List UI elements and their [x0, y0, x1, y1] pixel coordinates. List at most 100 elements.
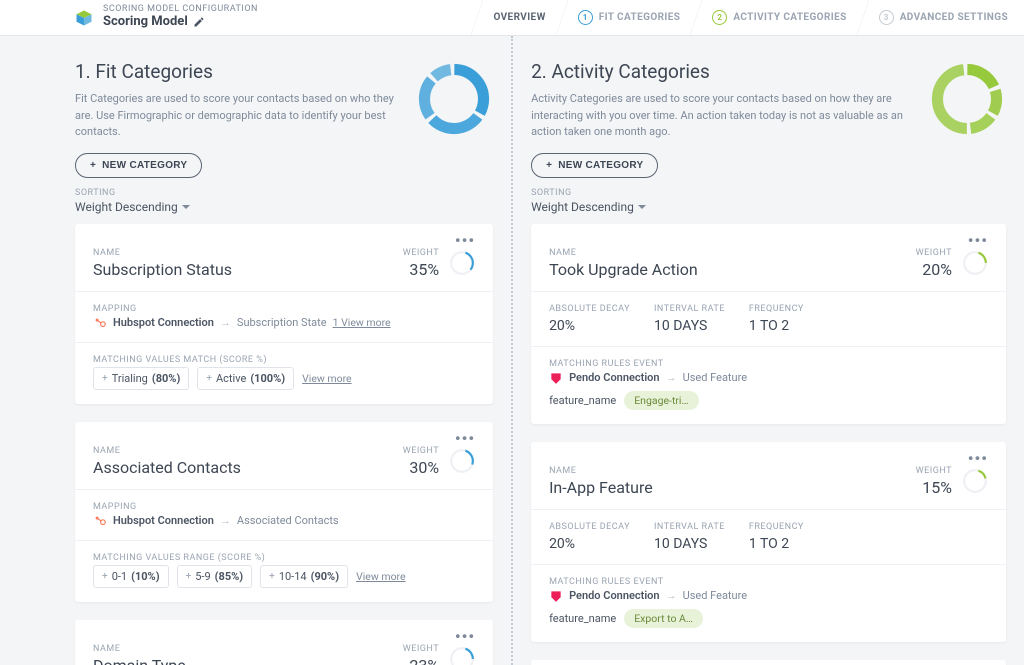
pendo-icon: [549, 589, 563, 603]
activity-cards: ••• NAMETook Upgrade Action WEIGHT20% AB…: [531, 224, 1006, 665]
plus-icon: +: [90, 160, 96, 171]
card-weight: 35%: [403, 260, 439, 279]
card-weight: 20%: [916, 260, 952, 279]
weight-donut-icon: [449, 250, 475, 276]
card-menu-button[interactable]: •••: [93, 238, 475, 248]
card-weight: 15%: [916, 478, 952, 497]
edit-icon[interactable]: [193, 16, 205, 28]
connection-target: Associated Contacts: [237, 514, 339, 527]
new-activity-category-button[interactable]: + NEW CATEGORY: [531, 153, 658, 178]
frequency-value: 1 TO 2: [749, 536, 804, 552]
step-2-badge: 2: [712, 10, 727, 25]
decay-stats: ABSOLUTE DECAY20% INTERVAL RATE10 DAYS F…: [549, 522, 988, 552]
match-chip[interactable]: + 0-1 (10%): [93, 565, 169, 588]
card-title: Subscription Status: [93, 260, 403, 279]
tab-advanced-settings[interactable]: 3ADVANCED SETTINGS: [863, 0, 1024, 35]
decay-value: 20%: [549, 536, 630, 552]
weight-label: WEIGHT: [916, 466, 952, 476]
card-title: In-App Feature: [549, 478, 916, 497]
activity-description: Activity Categories are used to score yo…: [531, 91, 916, 141]
weight-label: WEIGHT: [403, 644, 439, 654]
weight-donut-icon: [962, 250, 988, 276]
fit-donut-chart: [415, 60, 493, 138]
mapping-row: Hubspot Connection→Associated Contacts: [93, 514, 475, 528]
activity-title: 2. Activity Categories: [531, 60, 916, 83]
connection-name: Pendo Connection: [569, 589, 660, 602]
chevron-down-icon: [182, 205, 190, 209]
card-menu-button[interactable]: •••: [549, 238, 988, 248]
activity-sorting-value: Weight Descending: [531, 200, 634, 214]
feature-row: feature_name Export to A…: [549, 609, 988, 628]
plus-icon: +: [206, 373, 212, 384]
interval-label: INTERVAL RATE: [654, 304, 725, 314]
new-fit-category-button[interactable]: + NEW CATEGORY: [75, 153, 202, 178]
interval-label: INTERVAL RATE: [654, 522, 725, 532]
match-chip[interactable]: + 10-14 (90%): [260, 565, 348, 588]
fit-cards: ••• NAME Subscription Status WEIGHT 35% MA…: [75, 224, 493, 665]
name-label: NAME: [93, 446, 403, 456]
rules-label: MATCHING RULES EVENT: [549, 359, 988, 369]
chips-row: + Trialing (80%) + Active (100%) View more: [93, 367, 475, 390]
feature-name-label: feature_name: [549, 394, 616, 407]
content: 1. Fit Categories Fit Categories are use…: [0, 36, 1024, 665]
name-label: NAME: [93, 248, 403, 258]
activity-card: ••• NAMETook Upgrade Action WEIGHT20% AB…: [531, 224, 1006, 424]
feature-pill: Export to A…: [624, 609, 703, 628]
mapping-row: Pendo Connection → Used Feature: [549, 589, 988, 603]
plus-icon: +: [546, 160, 552, 171]
page-title-text: Scoring Model: [103, 15, 188, 29]
match-chip[interactable]: + Trialing (80%): [93, 367, 189, 390]
feature-name-label: feature_name: [549, 612, 616, 625]
sorting-label: SORTING: [531, 188, 1006, 198]
view-more-link[interactable]: View more: [302, 372, 352, 385]
card-title: Domain Type: [93, 656, 403, 665]
pendo-icon: [549, 371, 563, 385]
connection-target: Used Feature: [683, 371, 747, 384]
wizard-tabs: OVERVIEW 1FIT CATEGORIES 2ACTIVITY CATEG…: [477, 0, 1024, 35]
activity-sorting-select[interactable]: Weight Descending: [531, 200, 1006, 214]
card-weight: 23%: [403, 656, 439, 665]
match-chip[interactable]: + Active (100%): [197, 367, 294, 390]
connection-name: Hubspot Connection: [113, 514, 214, 527]
weight-donut-icon: [449, 646, 475, 665]
mapping-label: MAPPING: [93, 304, 475, 314]
match-chip[interactable]: + 5-9 (85%): [177, 565, 253, 588]
arrow-icon: →: [666, 589, 677, 602]
view-more-link[interactable]: View more: [356, 570, 406, 583]
weight-donut-icon: [962, 468, 988, 494]
new-category-label: NEW CATEGORY: [102, 160, 187, 171]
new-category-label: NEW CATEGORY: [558, 160, 643, 171]
feature-row: feature_nameEngage-tri…: [549, 391, 988, 410]
topbar: SCORING MODEL CONFIGURATION Scoring Mode…: [0, 0, 1024, 36]
interval-value: 10 DAYS: [654, 318, 725, 334]
app-title-block: SCORING MODEL CONFIGURATION Scoring Mode…: [0, 5, 278, 29]
tab-fit-categories[interactable]: 1FIT CATEGORIES: [562, 0, 697, 35]
card-menu-button[interactable]: •••: [549, 456, 988, 466]
cube-icon: [75, 9, 93, 27]
plus-icon: +: [102, 373, 108, 384]
hubspot-icon: [93, 514, 107, 528]
fit-sorting-value: Weight Descending: [75, 200, 178, 214]
fit-card: ••• NAMEAssociated Contacts WEIGHT30% MA…: [75, 422, 493, 602]
activity-column: 2. Activity Categories Activity Categori…: [513, 36, 1024, 665]
card-menu-button[interactable]: •••: [93, 634, 475, 644]
chips-row: + 0-1 (10%) + 5-9 (85%) + 10-14 (90%) View …: [93, 565, 475, 588]
step-3-badge: 3: [879, 10, 894, 25]
fit-card: ••• NAMESubscription Status WEIGHT35% MA…: [75, 224, 493, 404]
tab-activity-categories[interactable]: 2ACTIVITY CATEGORIES: [696, 0, 862, 35]
connection-target: Used Feature: [683, 589, 747, 602]
decay-value: 20%: [549, 318, 630, 334]
decay-label: ABSOLUTE DECAY: [549, 304, 630, 314]
connection-name: Hubspot Connection: [113, 316, 214, 329]
view-more-link[interactable]: 1 View more: [333, 316, 391, 329]
fit-sorting-select[interactable]: Weight Descending: [75, 200, 493, 214]
matching-label: MATCHING VALUES RANGE (SCORE %): [93, 553, 475, 563]
mapping-label: MAPPING: [93, 502, 475, 512]
card-menu-button[interactable]: •••: [93, 436, 475, 446]
tab-overview[interactable]: OVERVIEW: [477, 0, 561, 35]
fit-column: 1. Fit Categories Fit Categories are use…: [0, 36, 511, 665]
activity-donut-chart: [928, 60, 1006, 138]
fit-sorting: SORTING Weight Descending: [75, 188, 493, 214]
arrow-icon: →: [220, 316, 231, 329]
weight-label: WEIGHT: [916, 248, 952, 258]
